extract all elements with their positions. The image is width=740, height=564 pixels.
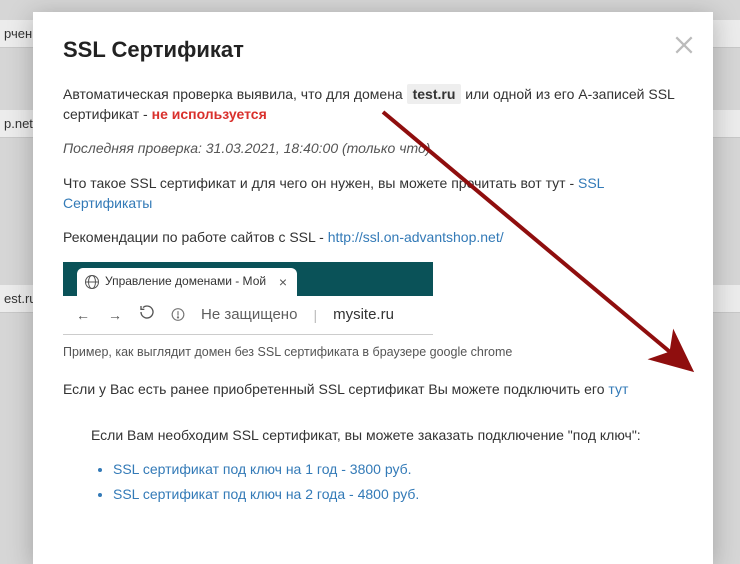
ssl-recs-link[interactable]: http://ssl.on-advantshop.net/: [328, 229, 504, 245]
offers-list: SSL сертификат под ключ на 1 год - 3800 …: [113, 459, 683, 504]
browser-url: mysite.ru: [333, 304, 394, 326]
browser-addressbar: ← → Не защищено | mysite.ru: [63, 296, 433, 334]
recs-text: Рекомендации по работе сайтов с SSL -: [63, 229, 328, 245]
intro-paragraph: Автоматическая проверка выявила, что для…: [63, 84, 683, 125]
need-cert-paragraph: Если Вам необходим SSL сертификат, вы мо…: [91, 425, 683, 445]
browser-tabbar: Управление доменами - Мой м ×: [63, 262, 433, 296]
last-check: Последняя проверка: 31.03.2021, 18:40:00…: [63, 138, 683, 158]
bg-row-text: est.ru: [4, 291, 37, 306]
back-icon: ←: [75, 305, 91, 325]
separator: |: [313, 305, 317, 325]
offer-2-link[interactable]: SSL сертификат под ключ на 2 года - 4800…: [113, 486, 419, 502]
browser-caption: Пример, как выглядит домен без SSL серти…: [63, 343, 683, 361]
existing-cert-paragraph: Если у Вас есть ранее приобретенный SSL …: [63, 379, 683, 399]
what-is-paragraph: Что такое SSL сертификат и для чего он н…: [63, 173, 683, 214]
offer-item: SSL сертификат под ключ на 1 год - 3800 …: [113, 459, 683, 479]
existing-text: Если у Вас есть ранее приобретенный SSL …: [63, 381, 608, 397]
globe-icon: [85, 275, 99, 289]
bg-row-text: p.net: [4, 116, 33, 131]
what-is-text: Что такое SSL сертификат и для чего он н…: [63, 175, 578, 191]
bg-row-text: рчен: [4, 26, 32, 41]
offer-item: SSL сертификат под ключ на 2 года - 4800…: [113, 484, 683, 504]
ssl-cert-modal: SSL Сертификат Автоматическая проверка в…: [33, 12, 713, 564]
reload-icon: [139, 304, 155, 325]
insecure-icon: [171, 308, 185, 322]
insecure-label: Не защищено: [201, 304, 297, 326]
close-icon: [673, 34, 695, 56]
forward-icon: →: [107, 305, 123, 325]
close-button[interactable]: [673, 34, 695, 56]
offer-1-link[interactable]: SSL сертификат под ключ на 1 год - 3800 …: [113, 461, 412, 477]
recs-paragraph: Рекомендации по работе сайтов с SSL - ht…: [63, 227, 683, 247]
browser-example: Управление доменами - Мой м × ← → Не защ…: [63, 262, 433, 335]
modal-title: SSL Сертификат: [63, 34, 683, 66]
intro-text: Автоматическая проверка выявила, что для…: [63, 86, 407, 102]
browser-tab-title: Управление доменами - Мой м: [105, 273, 269, 290]
not-used-label: не используется: [152, 106, 267, 122]
browser-tab: Управление доменами - Мой м ×: [77, 268, 297, 296]
domain-chip: test.ru: [407, 84, 462, 104]
connect-here-link[interactable]: тут: [608, 381, 628, 397]
tab-close-icon: ×: [279, 272, 287, 292]
